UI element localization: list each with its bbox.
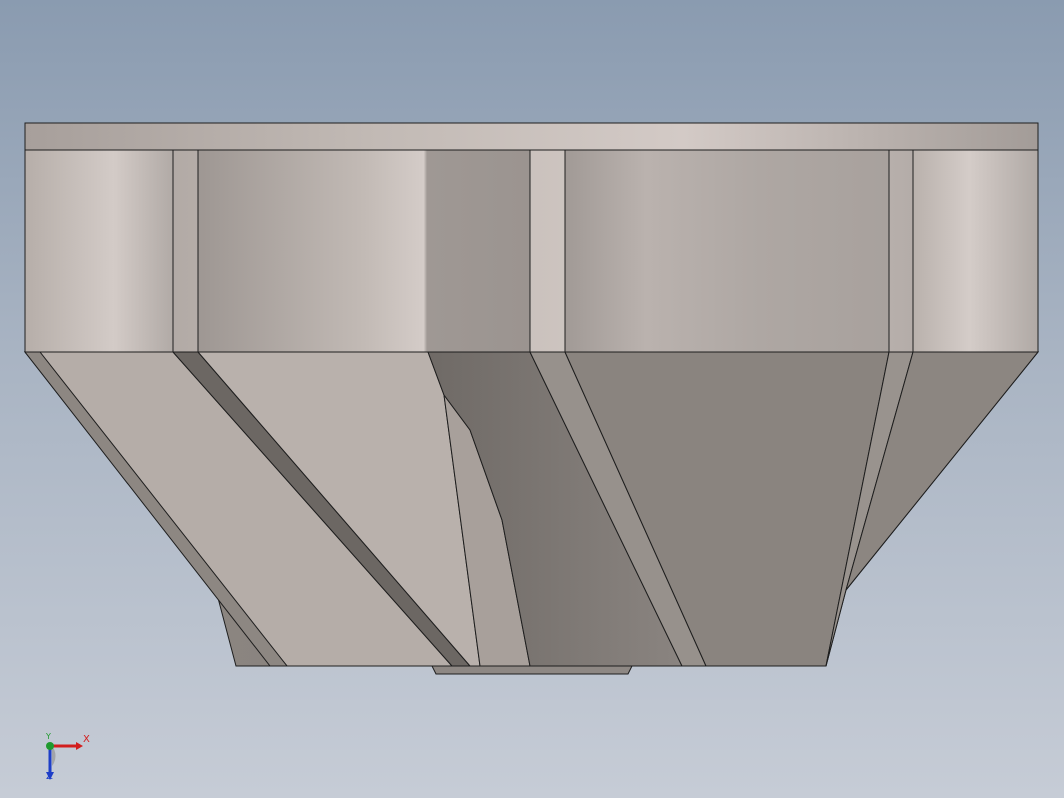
cad-model[interactable]	[0, 0, 1064, 798]
axis-y-label: Y	[46, 732, 51, 741]
axis-z-label: Z	[46, 771, 53, 782]
bottom-lip	[431, 665, 633, 675]
slot-block-1	[24, 149, 174, 353]
slot-block-4	[912, 149, 1039, 353]
graphics-viewport[interactable]: X Y Z	[0, 0, 1064, 798]
axis-triad: X Y Z	[30, 728, 100, 788]
axis-x-label: X	[83, 734, 90, 745]
slot-block-2	[197, 149, 531, 353]
slot-block-3	[564, 149, 890, 353]
